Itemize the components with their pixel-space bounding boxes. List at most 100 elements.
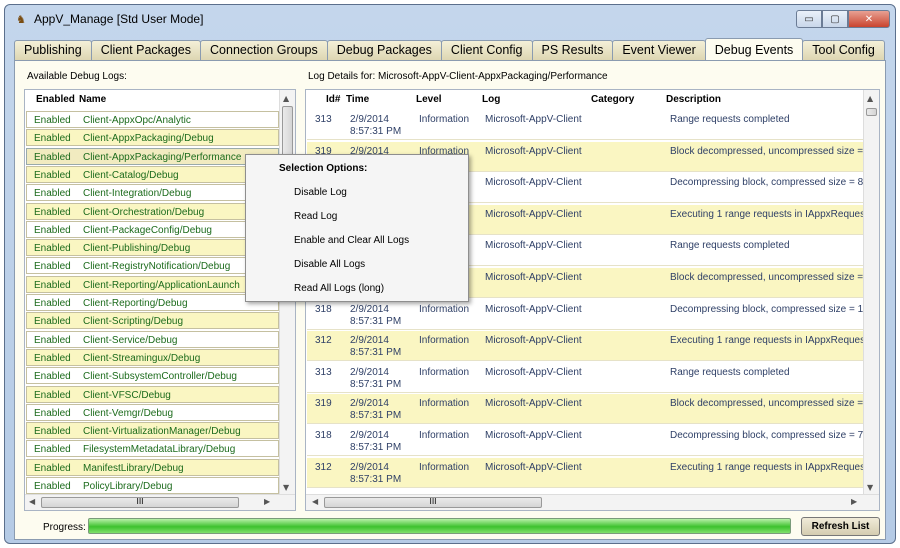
menu-item-disable-log[interactable]: Disable Log	[294, 187, 347, 198]
enabled-cell: Enabled	[34, 115, 71, 126]
tab-debug-packages[interactable]: Debug Packages	[326, 40, 442, 60]
list-item[interactable]: Enabled Client-Scripting/Debug	[26, 312, 279, 330]
list-item[interactable]: Enabled FilesystemMetadataLibrary/Debug	[26, 440, 279, 458]
tab-client-packages[interactable]: Client Packages	[90, 40, 202, 60]
name-cell: Client-AppxOpc/Analytic	[83, 115, 191, 126]
table-row[interactable]: 318 2/9/20148:57:31 PM Information Microsof…	[307, 299, 863, 330]
scroll-down-icon[interactable]: ▼	[283, 483, 289, 492]
description-cell: Block decompressed, uncompressed size = …	[670, 398, 863, 410]
enabled-cell: Enabled	[34, 151, 71, 163]
menu-item-read-log[interactable]: Read Log	[294, 211, 337, 222]
list-item[interactable]: Enabled ManifestLibrary/Debug	[26, 458, 279, 476]
tab-ps-results[interactable]: PS Results	[531, 40, 614, 60]
enabled-cell: Enabled	[34, 462, 71, 474]
description-cell: Decompressing block, compressed size = 7…	[670, 430, 863, 441]
table-row[interactable]: 312 2/9/20148:57:31 PM Information Microsof…	[307, 331, 863, 362]
tab-tool-config[interactable]: Tool Config	[802, 40, 885, 60]
list-item[interactable]: Enabled Client-Reporting/Debug	[26, 294, 279, 311]
enabled-cell: Enabled	[34, 298, 71, 309]
col-id[interactable]: Id#	[326, 94, 340, 105]
col-log[interactable]: Log	[482, 94, 500, 105]
name-cell: Client-Catalog/Debug	[83, 169, 179, 181]
description-cell: Decompressing block, compressed size = 8…	[670, 177, 863, 189]
refresh-list-button[interactable]: Refresh List	[801, 517, 880, 536]
title-bar[interactable]: ♞ AppV_Manage [Std User Mode] ▭ ▢ ✕	[5, 5, 895, 33]
level-cell: Information	[419, 430, 470, 441]
enabled-cell: Enabled	[34, 224, 71, 236]
list-item[interactable]: Enabled Client-Vemgr/Debug	[26, 403, 279, 421]
list-item[interactable]: Enabled Client-Reporting/ApplicationLaunc…	[26, 275, 279, 293]
col-time[interactable]: Time	[346, 94, 369, 105]
hscroll-thumb[interactable]: III	[324, 497, 542, 508]
tab-debug-events[interactable]: Debug Events	[704, 38, 804, 60]
table-row[interactable]: 318 2/9/20148:57:31 PM Information Microsof…	[307, 426, 863, 456]
log-cell: Microsoft-AppV-Client	[485, 114, 582, 125]
enabled-cell: Enabled	[34, 352, 71, 364]
menu-item-disable-all[interactable]: Disable All Logs	[294, 259, 365, 270]
col-level[interactable]: Level	[416, 94, 442, 105]
name-cell: FilesystemMetadataLibrary/Debug	[83, 444, 236, 456]
selection-options-menu: Selection Options: Disable Log Read Log …	[245, 154, 469, 302]
name-cell: Client-Reporting/ApplicationLaunch	[83, 279, 240, 291]
col-name[interactable]: Name	[79, 94, 106, 105]
date-cell: 2/9/2014	[350, 430, 389, 441]
close-button[interactable]: ✕	[848, 10, 890, 28]
tab-client-config[interactable]: Client Config	[440, 40, 533, 60]
list-item[interactable]: Enabled Client-PackageConfig/Debug	[26, 220, 279, 238]
list-item[interactable]: Enabled Client-VFSC/Debug	[26, 385, 279, 403]
name-cell: Client-SubsystemController/Debug	[83, 371, 237, 383]
description-cell: Executing 1 range requests in IAppxReque…	[670, 335, 863, 347]
name-cell: Client-VFSC/Debug	[83, 389, 171, 401]
grid-vscroll[interactable]: ▲ ▼	[863, 90, 879, 494]
menu-item-enable-clear-all[interactable]: Enable and Clear All Logs	[294, 235, 409, 246]
tab-event-viewer[interactable]: Event Viewer	[612, 40, 706, 60]
scroll-down-icon[interactable]: ▼	[867, 483, 873, 492]
table-row[interactable]: 313 2/9/20148:57:31 PM Information Microsof…	[307, 362, 863, 393]
list-item[interactable]: Enabled Client-SubsystemController/Debug	[26, 367, 279, 385]
enabled-cell: Enabled	[34, 316, 71, 328]
list-item[interactable]: Enabled Client-RegistryNotification/Debug	[26, 257, 279, 275]
tab-publishing[interactable]: Publishing	[14, 40, 92, 60]
description-cell: Decompressing block, compressed size = 1…	[670, 303, 863, 315]
table-row[interactable]: 319 2/9/20148:57:31 PM Information Microsof…	[307, 394, 863, 425]
scroll-up-icon[interactable]: ▲	[867, 94, 873, 103]
list-header: Enabled Name	[25, 90, 279, 110]
hscroll-thumb[interactable]: III	[41, 497, 239, 508]
date-cell: 2/9/2014	[350, 114, 389, 125]
left-hscroll[interactable]: ◀ III ▶	[25, 494, 295, 510]
tab-connection-groups[interactable]: Connection Groups	[200, 40, 328, 60]
scroll-up-icon[interactable]: ▲	[283, 94, 289, 103]
maximize-button[interactable]: ▢	[822, 10, 848, 28]
list-item[interactable]: Enabled Client-VirtualizationManager/Debu…	[26, 422, 279, 440]
col-enabled[interactable]: Enabled	[36, 94, 75, 105]
id-cell: 312	[315, 335, 332, 347]
list-item[interactable]: Enabled PolicyLibrary/Debug	[26, 477, 279, 494]
enabled-cell: Enabled	[34, 279, 71, 291]
menu-item-read-all-logs[interactable]: Read All Logs (long)	[294, 283, 384, 294]
scroll-right-icon[interactable]: ▶	[264, 497, 270, 506]
list-item[interactable]: Enabled Client-Service/Debug	[26, 330, 279, 348]
scroll-thumb[interactable]	[866, 108, 877, 116]
list-item[interactable]: Enabled Client-Orchestration/Debug	[26, 202, 279, 220]
scroll-right-icon[interactable]: ▶	[851, 497, 857, 506]
list-item[interactable]: Enabled Client-AppxPackaging/Debug	[26, 129, 279, 147]
list-item[interactable]: Enabled Client-Integration/Debug	[26, 184, 279, 202]
list-item[interactable]: Enabled Client-AppxPackaging/Performance	[26, 147, 279, 165]
list-item[interactable]: Enabled Client-Streamingux/Debug	[26, 348, 279, 366]
list-item[interactable]: Enabled Client-Publishing/Debug	[26, 239, 279, 257]
minimize-button[interactable]: ▭	[796, 10, 822, 28]
scroll-left-icon[interactable]: ◀	[312, 497, 318, 506]
list-item[interactable]: Enabled Client-Catalog/Debug	[26, 165, 279, 183]
grid-hscroll[interactable]: ◀ III ▶	[306, 494, 879, 510]
log-cell: Microsoft-AppV-Client	[485, 430, 582, 441]
enabled-cell: Enabled	[34, 334, 71, 346]
col-description[interactable]: Description	[666, 94, 721, 105]
table-row[interactable]: 312 2/9/20148:57:31 PM Information Microsof…	[307, 457, 863, 488]
time-cell: 8:57:31 PM	[350, 347, 402, 359]
col-category[interactable]: Category	[591, 94, 634, 105]
table-row[interactable]: 313 2/9/20148:57:31 PM Information Microsof…	[307, 110, 863, 140]
date-cell: 2/9/2014	[350, 366, 389, 378]
enabled-cell: Enabled	[34, 243, 71, 255]
scroll-left-icon[interactable]: ◀	[29, 497, 35, 506]
list-item[interactable]: Enabled Client-AppxOpc/Analytic	[26, 111, 279, 128]
